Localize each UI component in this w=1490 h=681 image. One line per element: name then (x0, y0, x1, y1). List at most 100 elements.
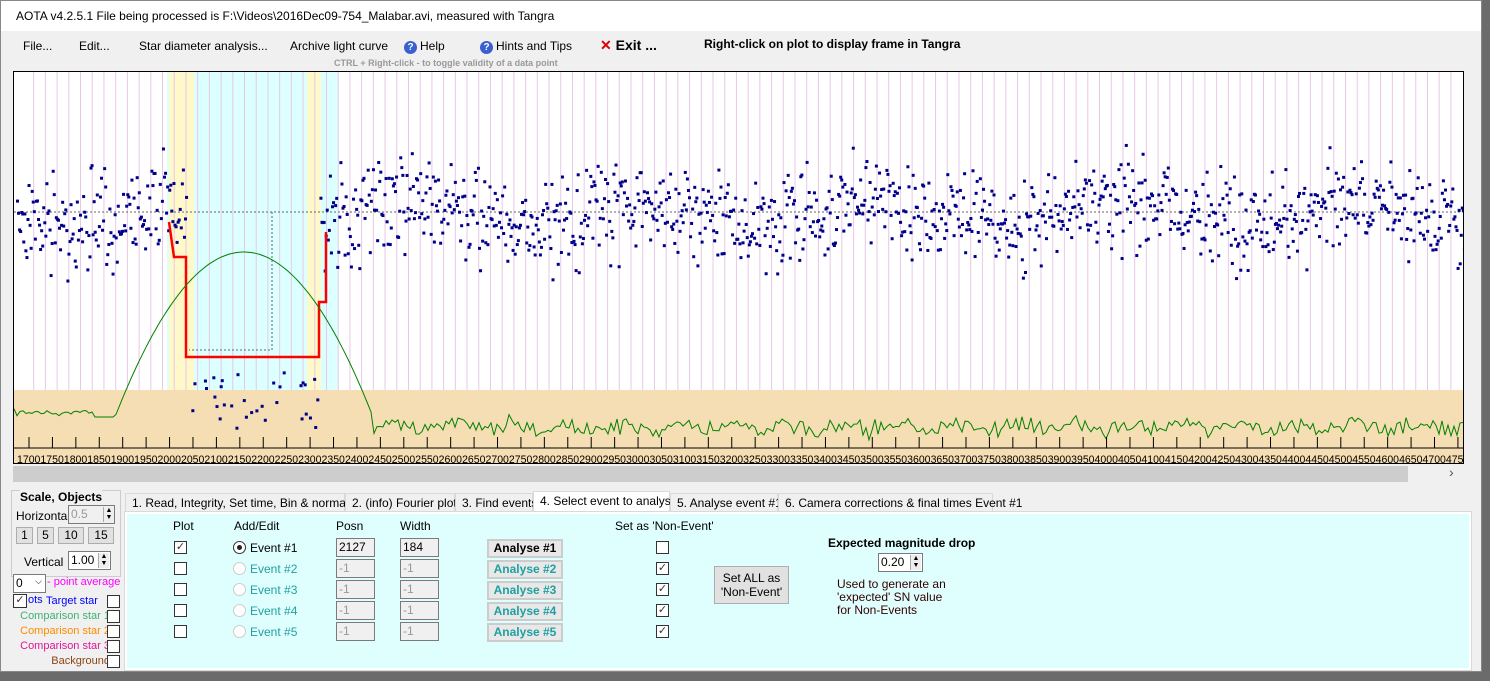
event-posn-input[interactable]: -1 (336, 622, 375, 641)
tab-6[interactable]: 6. Camera corrections & final times Even… (778, 493, 1022, 512)
event-width-input[interactable]: -1 (400, 622, 439, 641)
data-point (1092, 169, 1096, 173)
scale-button-5[interactable]: 5 (37, 527, 54, 544)
menu-star-diameter[interactable]: Star diameter analysis... (139, 39, 268, 53)
scroll-right-icon[interactable]: › (1449, 464, 1454, 480)
event-plot-checkbox[interactable] (174, 604, 187, 617)
set-all-non-event-button[interactable]: Set ALL as 'Non-Event' (714, 566, 789, 604)
analyse-button[interactable]: Analyse #5 (487, 623, 563, 642)
object-checkbox[interactable] (107, 655, 120, 668)
data-point (871, 196, 875, 200)
menu-exit[interactable]: ✕ Exit ... (600, 37, 657, 54)
data-point (946, 173, 950, 177)
data-point (1405, 237, 1409, 241)
analyse-button[interactable]: Analyse #1 (487, 539, 563, 558)
non-event-checkbox[interactable]: ✓ (656, 583, 669, 596)
event-plot-checkbox[interactable]: ✓ (174, 541, 187, 554)
data-point (1021, 276, 1025, 280)
point-average-select[interactable]: 0 ⌵ (13, 574, 46, 593)
object-checkbox[interactable] (107, 610, 120, 623)
event-plot-checkbox[interactable] (174, 562, 187, 575)
data-point (383, 193, 387, 197)
data-point (1330, 194, 1334, 198)
menu-help[interactable]: ? Help (404, 39, 445, 54)
data-point (1161, 184, 1165, 188)
event-width-input[interactable]: -1 (400, 580, 439, 599)
data-point (851, 146, 855, 150)
event-radio[interactable] (233, 583, 246, 596)
scale-button-1[interactable]: 1 (16, 527, 33, 544)
data-point (1013, 223, 1017, 227)
event-plot-checkbox[interactable] (174, 583, 187, 596)
x-tick-label: 3850 (1024, 454, 1047, 464)
event-plot-checkbox[interactable] (174, 625, 187, 638)
data-point (1019, 234, 1023, 238)
data-point (381, 214, 385, 218)
horizontal-spinner[interactable]: ▲ ▼ (103, 507, 114, 522)
data-point (598, 216, 602, 220)
menu-archive[interactable]: Archive light curve (290, 39, 388, 53)
dots-checkbox[interactable]: ✓ (13, 594, 27, 608)
scale-button-15[interactable]: 15 (88, 527, 114, 544)
event-radio[interactable] (233, 541, 246, 554)
event-width-input[interactable]: 184 (400, 538, 439, 557)
event-width-input[interactable]: -1 (400, 601, 439, 620)
non-event-checkbox[interactable] (656, 541, 669, 554)
tab-3[interactable]: 3. Find events (455, 493, 537, 512)
horizontal-scrollbar[interactable] (13, 466, 1408, 482)
analyse-button[interactable]: Analyse #3 (487, 581, 563, 600)
tab-1[interactable]: 1. Read, Integrity, Set time, Bin & norm… (125, 493, 364, 512)
data-point (806, 205, 810, 209)
object-checkbox[interactable] (107, 625, 120, 638)
dots-label: ots (28, 594, 43, 606)
event-posn-input[interactable]: -1 (336, 601, 375, 620)
object-checkbox[interactable] (107, 595, 120, 608)
light-curve-svg[interactable]: 1700 1750 1800 1850 1900 1950 2000 2050 2100 2150… (14, 72, 1464, 464)
data-point (526, 225, 530, 229)
event-posn-input[interactable]: -1 (336, 559, 375, 578)
data-point (890, 237, 894, 241)
data-point (1392, 221, 1396, 225)
data-point (1177, 221, 1181, 225)
non-event-checkbox[interactable]: ✓ (656, 625, 669, 638)
data-point (300, 417, 304, 421)
data-point (1260, 230, 1264, 234)
data-point (418, 216, 422, 220)
light-curve-plot[interactable]: 1700 1750 1800 1850 1900 1950 2000 2050 2100 2150… (13, 71, 1464, 464)
scale-button-10[interactable]: 10 (58, 527, 84, 544)
data-point (935, 229, 939, 233)
analyse-button[interactable]: Analyse #4 (487, 602, 563, 621)
event-posn-input[interactable]: -1 (336, 580, 375, 599)
x-tick-label: 2000 (158, 454, 181, 464)
data-point (600, 207, 604, 211)
data-point (1046, 190, 1050, 194)
data-point (833, 241, 837, 245)
tab-2[interactable]: 2. (info) Fourier plot (345, 493, 457, 512)
tab-4[interactable]: 4. Select event to analyse (533, 491, 677, 513)
analyse-button[interactable]: Analyse #2 (487, 560, 563, 579)
event-width-input[interactable]: -1 (400, 559, 439, 578)
menu-edit[interactable]: Edit... (79, 39, 110, 53)
data-point (633, 206, 637, 210)
event-radio[interactable] (233, 625, 246, 638)
event-radio[interactable] (233, 604, 246, 617)
data-point (634, 244, 638, 248)
event-radio[interactable] (233, 562, 246, 575)
menu-file[interactable]: File... (23, 39, 52, 53)
data-point (1210, 259, 1214, 263)
mag-drop-spinner[interactable]: ▲ ▼ (910, 555, 921, 570)
object-checkbox[interactable] (107, 640, 120, 653)
tab-5[interactable]: 5. Analyse event #1 (670, 493, 782, 512)
data-point (791, 202, 795, 206)
data-point (1010, 230, 1014, 234)
menu-hints[interactable]: ? Hints and Tips (480, 39, 572, 54)
data-point (1339, 188, 1342, 192)
data-point (1100, 179, 1104, 183)
vertical-spinner[interactable]: ▲ ▼ (98, 553, 109, 568)
non-event-checkbox[interactable]: ✓ (656, 562, 669, 575)
data-point (69, 203, 73, 207)
data-point (948, 212, 952, 216)
data-point (453, 180, 457, 184)
event-posn-input[interactable]: 2127 (336, 538, 375, 557)
non-event-checkbox[interactable]: ✓ (656, 604, 669, 617)
